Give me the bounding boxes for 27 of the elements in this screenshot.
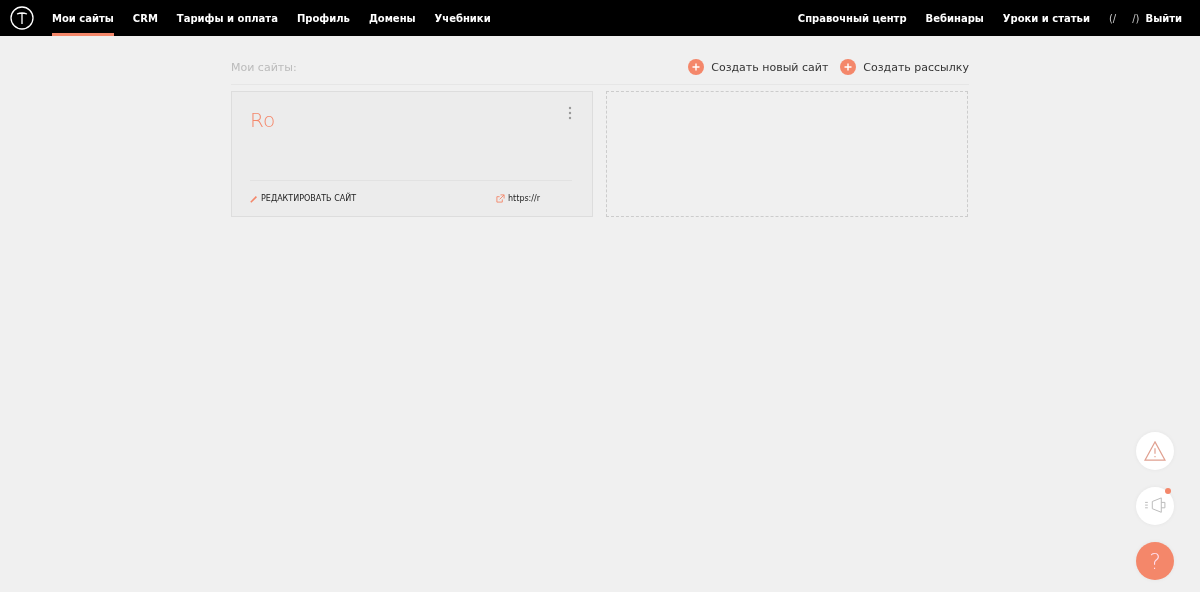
nav-tab[interactable]: Учебники — [434, 0, 491, 36]
site-name: Ro — [250, 108, 276, 132]
warning-icon — [1144, 441, 1166, 461]
nav-tab[interactable]: Домены — [368, 0, 416, 36]
user-name: /) — [1132, 12, 1140, 24]
nav-tab[interactable]: CRM — [132, 0, 158, 36]
edit-site-link[interactable]: РЕДАКТИРОВАТЬ САЙТ — [250, 194, 357, 203]
more-icon[interactable] — [568, 106, 572, 120]
create-link[interactable]: Создать новый сайт — [688, 59, 829, 75]
logout-link[interactable]: Выйти — [1145, 0, 1182, 36]
user-name: (/ — [1108, 12, 1117, 24]
plus-icon — [688, 59, 705, 75]
create-link[interactable]: Создать рассылку — [840, 59, 969, 75]
nav-link[interactable]: Вебинары — [925, 0, 984, 36]
external-link-icon — [496, 194, 506, 203]
site-url-link[interactable]: https://r — [496, 194, 540, 203]
announcements-button[interactable] — [1136, 487, 1174, 525]
nav-link[interactable]: Справочный центр — [797, 0, 907, 36]
logo-icon[interactable] — [10, 6, 34, 30]
megaphone-icon — [1144, 497, 1166, 515]
warning-button[interactable] — [1136, 432, 1174, 470]
nav-link[interactable]: Уроки и статьи — [1002, 0, 1090, 36]
nav-tab[interactable]: Мои сайты — [52, 0, 114, 36]
plus-icon — [840, 59, 857, 75]
nav-tab[interactable]: Профиль — [296, 0, 350, 36]
nav-tab[interactable]: Тарифы и оплата — [176, 0, 278, 36]
pencil-icon — [250, 194, 258, 203]
